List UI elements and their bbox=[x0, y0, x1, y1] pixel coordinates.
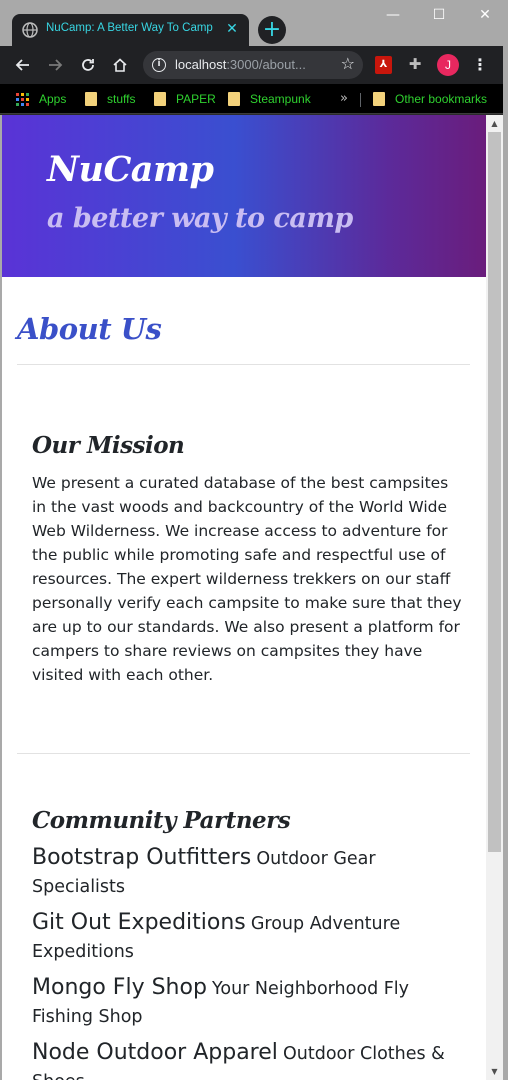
address-bar[interactable]: i localhost:3000/about... ☆ bbox=[143, 51, 363, 79]
bookmark-label: Other bookmarks bbox=[395, 92, 488, 106]
scroll-up-arrow-icon[interactable]: ▲ bbox=[486, 115, 503, 132]
bookmark-steampunk[interactable]: Steampunk bbox=[228, 89, 311, 109]
mission-heading: Our Mission bbox=[32, 432, 185, 459]
partners-heading: Community Partners bbox=[32, 807, 291, 834]
home-icon[interactable] bbox=[107, 52, 133, 78]
partner-item: Bootstrap Outfitters Outdoor Gear Specia… bbox=[32, 844, 452, 901]
partner-name: Bootstrap Outfitters bbox=[32, 845, 252, 870]
bookmarks-overflow-icon[interactable]: » bbox=[340, 89, 348, 109]
star-icon[interactable]: ☆ bbox=[341, 54, 355, 73]
new-tab-button[interactable]: + bbox=[258, 16, 286, 44]
url-path: :3000/about... bbox=[226, 57, 306, 72]
profile-avatar[interactable]: J bbox=[437, 54, 459, 76]
site-brand: NuCamp bbox=[47, 149, 214, 190]
globe-icon bbox=[22, 22, 38, 38]
site-tagline: a better way to camp bbox=[47, 203, 353, 234]
tab-strip: NuCamp: A Better Way To Camp ✕ + — ☐ ✕ bbox=[0, 0, 508, 46]
apps-grid-icon bbox=[16, 92, 29, 106]
url-text: localhost:3000/about... bbox=[175, 57, 306, 72]
bookmarks-bar: Apps stuffs PAPER Steampunk » Other book… bbox=[0, 84, 508, 114]
partner-name: Node Outdoor Apparel bbox=[32, 1040, 278, 1065]
page-title: About Us bbox=[17, 312, 162, 346]
bookmark-label: Steampunk bbox=[250, 92, 311, 106]
divider bbox=[17, 364, 470, 365]
pdf-extension-icon[interactable]: ⅄ bbox=[375, 56, 392, 74]
forward-arrow-icon[interactable] bbox=[42, 52, 68, 78]
partners-list: Bootstrap Outfitters Outdoor Gear Specia… bbox=[32, 844, 452, 1080]
partner-item: Git Out Expeditions Group Adventure Expe… bbox=[32, 909, 452, 966]
mission-text: We present a curated database of the bes… bbox=[32, 474, 462, 684]
header-jumbotron: NuCamp a better way to camp bbox=[2, 115, 486, 277]
reload-icon[interactable] bbox=[75, 52, 101, 78]
browser-window: NuCamp: A Better Way To Camp ✕ + — ☐ ✕ i… bbox=[0, 0, 508, 1080]
tab-title: NuCamp: A Better Way To Camp bbox=[46, 22, 213, 34]
page-viewport: NuCamp a better way to camp About Us Our… bbox=[2, 115, 486, 1080]
bookmark-paper[interactable]: PAPER bbox=[154, 89, 216, 109]
minimize-button[interactable]: — bbox=[370, 0, 416, 30]
bookmark-other[interactable]: Other bookmarks bbox=[373, 89, 487, 109]
window-border-right bbox=[503, 0, 508, 1080]
partner-item: Mongo Fly Shop Your Neighborhood Fly Fis… bbox=[32, 974, 452, 1031]
folder-icon bbox=[85, 92, 97, 106]
url-host: localhost bbox=[175, 57, 227, 72]
window-controls: — ☐ ✕ bbox=[370, 0, 508, 30]
bookmark-apps[interactable]: Apps bbox=[16, 89, 66, 109]
partner-item: Node Outdoor Apparel Outdoor Clothes & S… bbox=[32, 1039, 452, 1080]
bookmark-label: stuffs bbox=[107, 92, 136, 106]
partner-name: Mongo Fly Shop bbox=[32, 975, 207, 1000]
tab-nucamp[interactable]: NuCamp: A Better Way To Camp ✕ bbox=[12, 14, 249, 46]
partner-name: Git Out Expeditions bbox=[32, 910, 246, 935]
browser-toolbar: i localhost:3000/about... ☆ ⅄ ✚ J ⋮ bbox=[0, 46, 508, 84]
folder-icon bbox=[373, 92, 385, 106]
vertical-scrollbar[interactable]: ▲ ▼ bbox=[486, 115, 503, 1080]
bookmarks-divider bbox=[360, 93, 361, 107]
extensions-puzzle-icon[interactable]: ✚ bbox=[406, 55, 424, 73]
menu-kebab-icon[interactable]: ⋮ bbox=[472, 54, 488, 76]
folder-icon bbox=[154, 92, 166, 106]
bookmark-label: Apps bbox=[39, 92, 67, 106]
scrollbar-thumb[interactable] bbox=[488, 132, 501, 852]
bookmark-stuffs[interactable]: stuffs bbox=[85, 89, 135, 109]
bookmark-label: PAPER bbox=[176, 92, 216, 106]
back-arrow-icon[interactable] bbox=[10, 52, 36, 78]
info-icon[interactable]: i bbox=[152, 58, 166, 72]
close-window-button[interactable]: ✕ bbox=[462, 0, 508, 30]
folder-icon bbox=[228, 92, 240, 106]
scroll-down-arrow-icon[interactable]: ▼ bbox=[486, 1063, 503, 1080]
maximize-button[interactable]: ☐ bbox=[416, 0, 462, 30]
divider bbox=[17, 753, 470, 754]
tab-close-icon[interactable]: ✕ bbox=[223, 19, 241, 39]
